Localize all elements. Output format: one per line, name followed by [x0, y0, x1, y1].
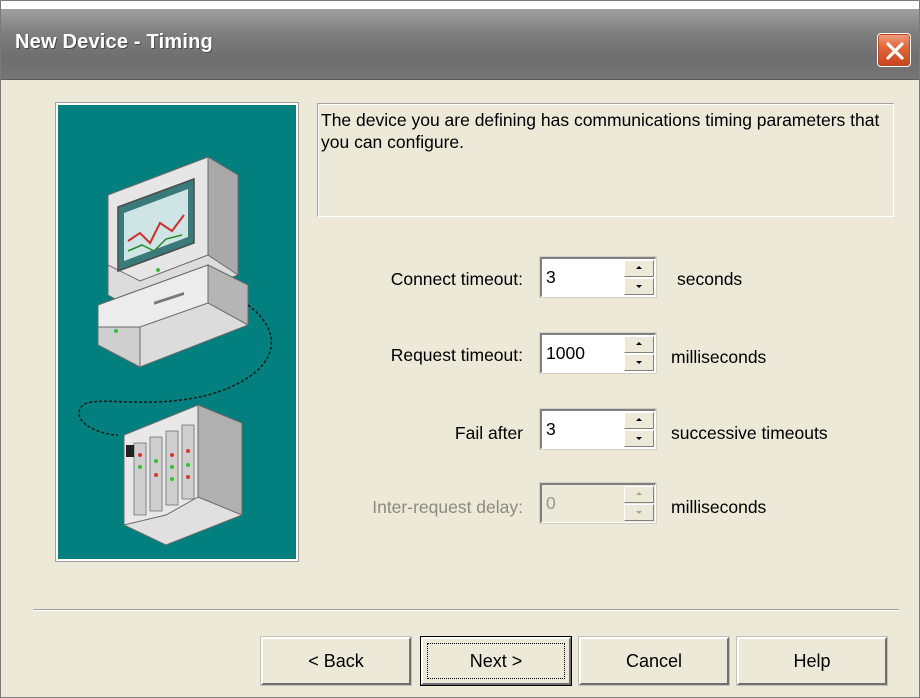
inter-request-delay-decrement-button[interactable] — [624, 504, 654, 521]
help-button-label: Help — [793, 650, 831, 671]
request-timeout-label: Request timeout: — [390, 345, 523, 365]
fail-after-unit: successive timeouts — [671, 423, 828, 443]
top-strip — [1, 1, 919, 9]
illustration-background — [58, 105, 296, 559]
inter-request-delay-unit: milliseconds — [671, 497, 767, 517]
close-icon — [886, 42, 904, 60]
wizard-illustration — [55, 102, 299, 562]
back-button-label: < Back — [308, 650, 364, 671]
back-button[interactable]: < Back — [260, 636, 412, 686]
cancel-button[interactable]: Cancel — [578, 636, 730, 686]
connect-timeout-increment-button[interactable] — [624, 260, 654, 277]
next-button[interactable]: Next > — [420, 636, 572, 686]
computer-monitor-icon — [97, 156, 249, 368]
focus-rectangle — [427, 643, 565, 679]
request-timeout-increment-button[interactable] — [624, 336, 654, 353]
request-timeout-spinner — [539, 332, 657, 374]
title-bar[interactable]: New Device - Timing — [1, 9, 919, 80]
description-text: The device you are defining has communic… — [321, 110, 880, 152]
fail-after-input[interactable] — [546, 418, 616, 440]
close-button[interactable] — [877, 33, 911, 67]
computer-and-device-icon — [78, 156, 273, 546]
fail-after-decrement-button[interactable] — [624, 430, 654, 447]
dialog-window: New Device - Timing The device you are d… — [0, 0, 920, 698]
inter-request-delay-spinner — [539, 482, 657, 524]
request-timeout-decrement-button[interactable] — [624, 354, 654, 371]
button-separator — [33, 609, 899, 611]
inter-request-delay-increment-button[interactable] — [624, 486, 654, 503]
request-timeout-input[interactable] — [546, 342, 616, 364]
fail-after-spinner — [539, 408, 657, 450]
fail-after-increment-button[interactable] — [624, 412, 654, 429]
fail-after-label: Fail after — [454, 423, 523, 443]
connect-timeout-decrement-button[interactable] — [624, 278, 654, 295]
inter-request-delay-label: Inter-request delay: — [372, 497, 523, 517]
help-button[interactable]: Help — [736, 636, 888, 686]
connect-timeout-input[interactable] — [546, 266, 616, 288]
connect-timeout-spinner — [539, 256, 657, 298]
window-title: New Device - Timing — [15, 31, 213, 53]
connect-timeout-unit: seconds — [677, 269, 743, 289]
plc-device-icon — [123, 404, 243, 546]
inter-request-delay-input[interactable] — [546, 492, 616, 514]
cancel-button-label: Cancel — [625, 650, 683, 671]
request-timeout-unit: milliseconds — [671, 347, 767, 367]
description-box: The device you are defining has communic… — [317, 103, 894, 217]
connect-timeout-label: Connect timeout: — [390, 269, 523, 289]
